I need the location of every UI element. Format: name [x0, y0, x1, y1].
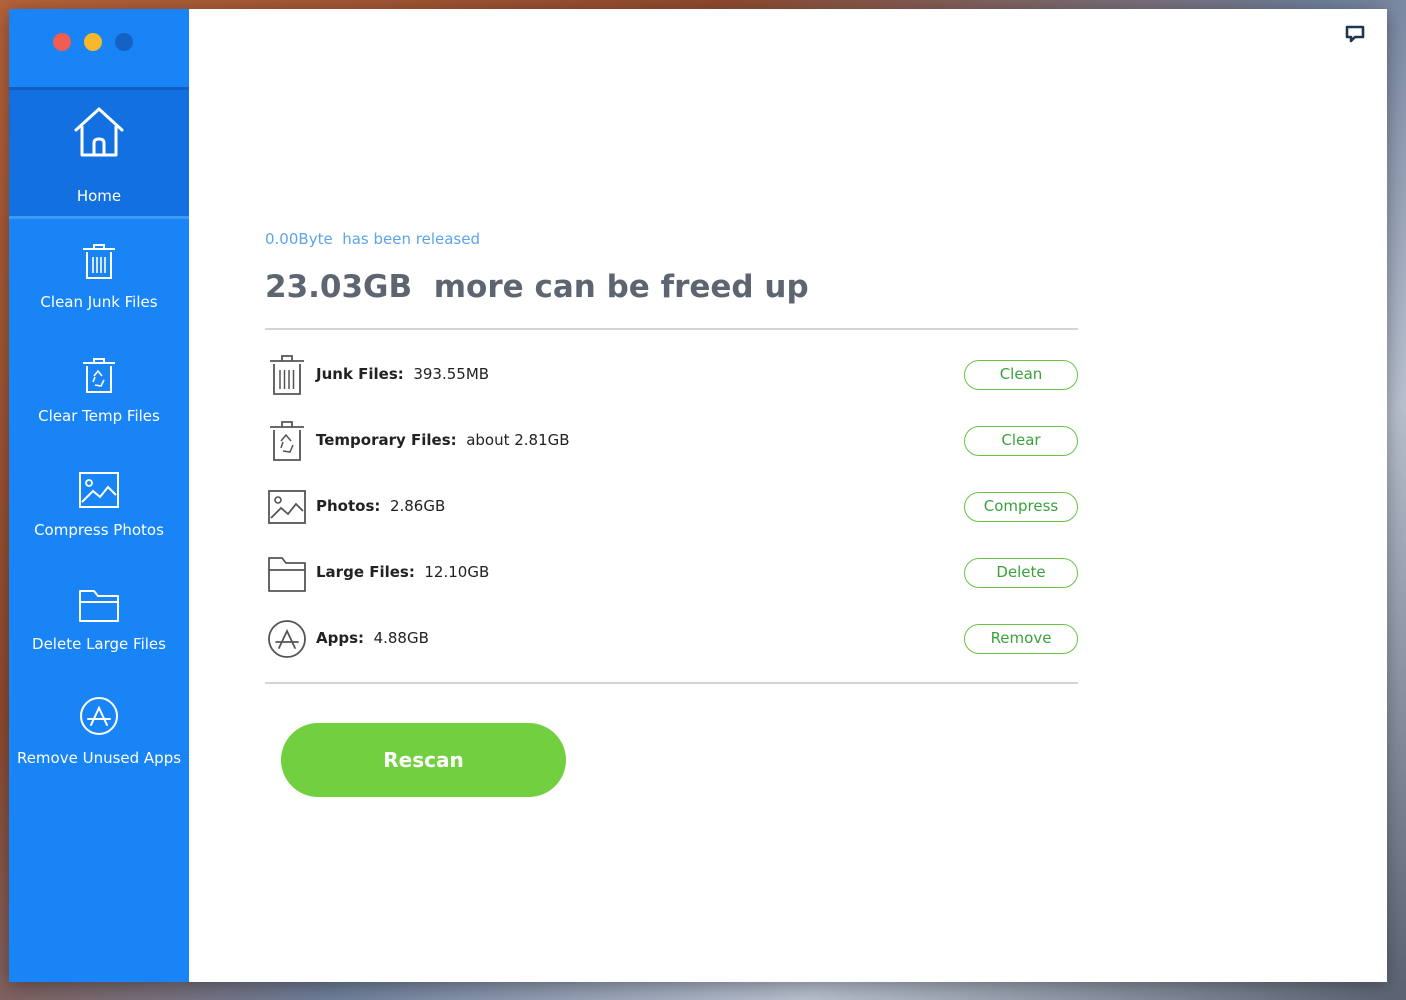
compress-button[interactable]: Compress [964, 492, 1078, 522]
app-store-icon [268, 620, 306, 658]
row-label: Junk Files: [316, 365, 404, 383]
sidebar-item-label: Clean Junk Files [40, 293, 158, 311]
row-apps: Apps: 4.88GB Remove [265, 617, 1078, 661]
folder-icon [268, 557, 306, 592]
row-text: Photos: 2.86GB [316, 497, 445, 515]
clean-button[interactable]: Clean [964, 360, 1078, 390]
clear-button[interactable]: Clear [964, 426, 1078, 456]
feedback-icon[interactable] [1345, 25, 1365, 43]
sidebar-item-label: Compress Photos [34, 521, 164, 539]
row-text: Junk Files: 393.55MB [316, 365, 489, 383]
main-panel: 0.00Byte has been released 23.03GB more … [189, 9, 1387, 982]
maximize-window-button[interactable] [115, 33, 133, 51]
home-icon [74, 107, 124, 157]
sidebar-item-label: Remove Unused Apps [16, 749, 182, 767]
row-value: 4.88GB [373, 629, 429, 647]
folder-icon [79, 590, 119, 622]
sidebar-item-label: Delete Large Files [32, 635, 166, 653]
recycle-bin-icon [83, 358, 115, 393]
minimize-window-button[interactable] [84, 33, 102, 51]
window-controls [53, 33, 133, 51]
row-label: Temporary Files: [316, 431, 457, 449]
sidebar-item-delete-large-files[interactable]: Delete Large Files [9, 587, 189, 667]
sidebar-item-clean-junk-files[interactable]: Clean Junk Files [9, 241, 189, 321]
sidebar: Home Clean Junk Files Clear Temp Files C… [9, 9, 189, 982]
photo-icon [268, 490, 306, 524]
row-label: Photos: [316, 497, 381, 515]
recycle-bin-icon [270, 421, 304, 461]
delete-button[interactable]: Delete [964, 558, 1078, 588]
sidebar-item-remove-unused-apps[interactable]: Remove Unused Apps [9, 695, 189, 775]
rescan-button[interactable]: Rescan [281, 723, 566, 797]
row-photos: Photos: 2.86GB Compress [265, 485, 1078, 529]
row-junk-files: Junk Files: 393.55MB Clean [265, 353, 1078, 397]
row-value: about 2.81GB [466, 431, 570, 449]
remove-button[interactable]: Remove [964, 624, 1078, 654]
released-amount: 0.00Byte [265, 230, 333, 248]
trash-icon [270, 355, 304, 395]
page-title: 23.03GB more can be freed up [265, 269, 809, 305]
free-text: more can be freed up [433, 269, 809, 305]
photo-icon [79, 472, 119, 508]
row-value: 2.86GB [389, 497, 446, 515]
released-text: has been released [342, 230, 480, 248]
close-window-button[interactable] [53, 33, 71, 51]
row-large-files: Large Files: 12.10GB Delete [265, 551, 1078, 595]
free-amount: 23.03GB [265, 269, 413, 305]
trash-icon [83, 244, 115, 279]
sidebar-item-home[interactable]: Home [9, 105, 189, 215]
row-label: Apps: [316, 629, 365, 647]
app-store-icon [80, 697, 118, 735]
sidebar-item-label: Home [76, 187, 122, 205]
row-text: Apps: 4.88GB [316, 629, 429, 647]
sidebar-item-clear-temp-files[interactable]: Clear Temp Files [9, 355, 189, 435]
released-status: 0.00Byte has been released [265, 230, 480, 248]
app-window: Home Clean Junk Files Clear Temp Files C… [9, 9, 1387, 982]
row-temporary-files: Temporary Files: about 2.81GB Clear [265, 419, 1078, 463]
sidebar-item-label: Clear Temp Files [38, 407, 160, 425]
row-text: Temporary Files: about 2.81GB [316, 431, 570, 449]
row-value: 12.10GB [424, 563, 490, 581]
row-label: Large Files: [316, 563, 415, 581]
row-value: 393.55MB [413, 365, 490, 383]
row-text: Large Files: 12.10GB [316, 563, 489, 581]
top-divider [265, 328, 1078, 330]
sidebar-item-compress-photos[interactable]: Compress Photos [9, 471, 189, 551]
bottom-divider [265, 682, 1078, 684]
